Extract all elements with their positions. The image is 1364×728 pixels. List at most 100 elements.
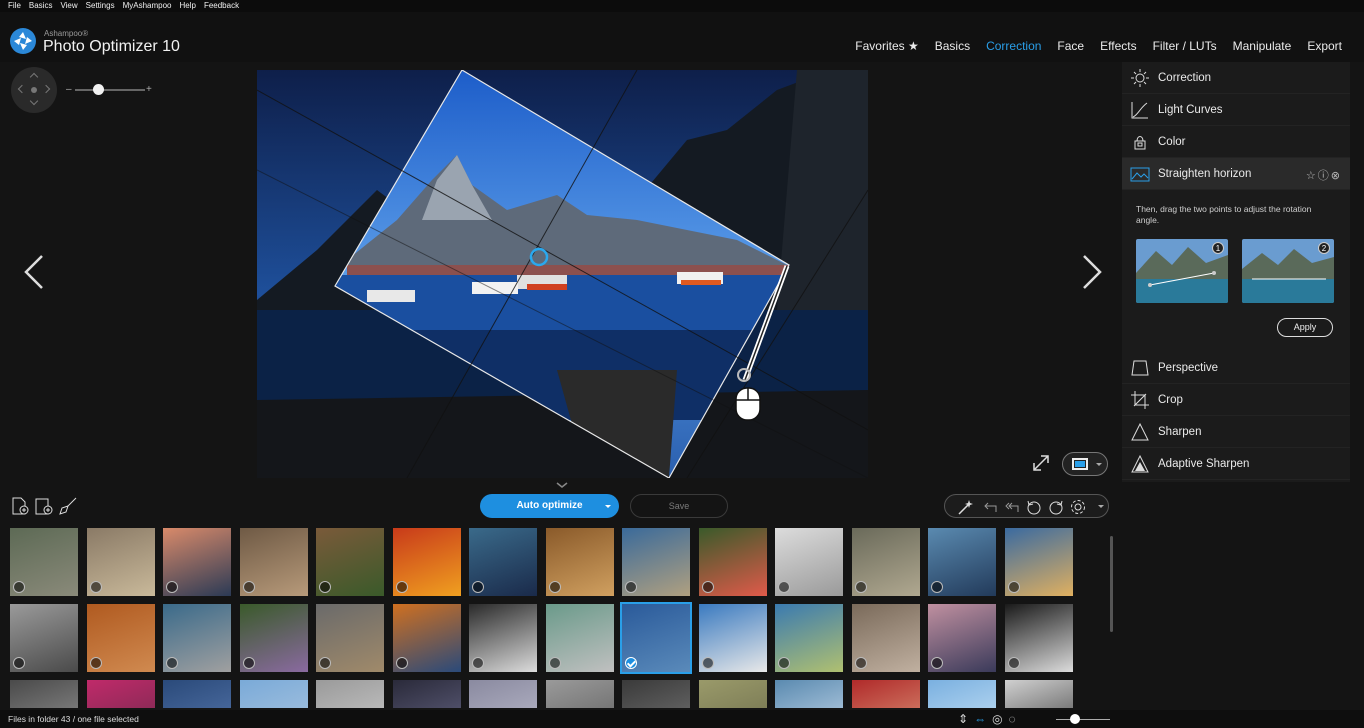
selection-checkbox[interactable]: [931, 657, 943, 669]
thumbnail-item[interactable]: [316, 528, 384, 596]
panel-item-sharpen[interactable]: Sharpen: [1122, 416, 1350, 448]
rotate-right-icon[interactable]: [1047, 498, 1065, 516]
add-file-icon[interactable]: [10, 496, 30, 516]
tab-filter-luts[interactable]: Filter / LUTs: [1153, 39, 1217, 53]
horizontal-layout-icon[interactable]: ⇔: [974, 712, 986, 726]
menu-item-file[interactable]: File: [8, 0, 21, 12]
selection-checkbox[interactable]: [625, 581, 637, 593]
panel-item-light-curves[interactable]: Light Curves: [1122, 94, 1350, 126]
dropdown-caret-icon[interactable]: [605, 505, 611, 511]
panel-item-crop[interactable]: Crop: [1122, 384, 1350, 416]
thumbnail-item[interactable]: [928, 528, 996, 596]
selection-checkbox[interactable]: [319, 657, 331, 669]
thumbnail-item[interactable]: [86, 680, 155, 708]
selection-checkbox[interactable]: [242, 581, 255, 593]
view-mode-toggle[interactable]: [1062, 452, 1108, 476]
thumbnail-item[interactable]: [698, 680, 767, 708]
selection-checkbox[interactable]: [13, 657, 25, 669]
select-all-icon[interactable]: ◎: [992, 712, 1002, 726]
thumbnail-item[interactable]: [469, 680, 537, 708]
menu-item-basics[interactable]: Basics: [29, 0, 53, 12]
thumbnail-item[interactable]: [469, 604, 537, 672]
selection-checkbox[interactable]: [701, 657, 714, 669]
auto-optimize-button[interactable]: Auto optimize: [480, 494, 619, 518]
selection-checkbox[interactable]: [166, 581, 178, 593]
selection-checkbox[interactable]: [472, 581, 484, 593]
selection-checkbox[interactable]: [548, 657, 561, 669]
selection-checkbox[interactable]: [1007, 657, 1020, 669]
selection-checkbox[interactable]: [319, 581, 331, 593]
thumbnail-item[interactable]: [10, 604, 78, 672]
thumbnail-item[interactable]: [545, 604, 614, 672]
thumbnail-item[interactable]: [10, 528, 78, 596]
selection-checkbox[interactable]: [13, 581, 25, 593]
panel-item-perspective[interactable]: Perspective: [1122, 352, 1350, 384]
panel-item-adaptive-sharpen[interactable]: Adaptive Sharpen: [1122, 448, 1350, 480]
tab-basics[interactable]: Basics: [935, 39, 970, 53]
thumbnail-item[interactable]: [775, 680, 843, 708]
thumbnail-item[interactable]: [851, 680, 920, 708]
previous-image-arrow-icon[interactable]: [22, 254, 46, 290]
undo-icon[interactable]: [981, 498, 999, 516]
vertical-layout-icon[interactable]: ⇕: [958, 712, 968, 726]
selection-checkbox[interactable]: [854, 657, 867, 669]
thumbnail-item[interactable]: [622, 680, 690, 708]
zoom-slider-knob[interactable]: [93, 84, 104, 95]
thumbnail-item[interactable]: [928, 680, 996, 708]
image-viewer[interactable]: [257, 70, 868, 478]
thumbnail-item[interactable]: [239, 528, 308, 596]
selection-checkbox[interactable]: [395, 657, 408, 669]
tools-dropdown-caret-icon[interactable]: [1098, 505, 1104, 511]
thumbnail-item[interactable]: [316, 680, 384, 708]
thumbnail-item[interactable]: [928, 604, 996, 672]
grid-scrollbar[interactable]: [1110, 536, 1113, 632]
selection-checkbox[interactable]: [89, 657, 102, 669]
thumbnail-item[interactable]: [545, 528, 614, 596]
panel-item-straighten-horizon[interactable]: Straighten horizon ☆ⓘ⊗: [1122, 158, 1350, 190]
thumbnail-item[interactable]: [545, 680, 614, 708]
menu-item-settings[interactable]: Settings: [86, 0, 115, 12]
thumbnail-item[interactable]: [620, 602, 692, 674]
selection-checkbox[interactable]: [854, 581, 867, 593]
thumbnail-item[interactable]: [469, 528, 537, 596]
menu-item-feedback[interactable]: Feedback: [204, 0, 239, 12]
thumbnail-item[interactable]: [392, 604, 461, 672]
next-image-arrow-icon[interactable]: [1080, 254, 1104, 290]
thumbnail-item[interactable]: [1004, 528, 1073, 596]
thumbnail-item[interactable]: [86, 528, 155, 596]
thumbnail-size-knob[interactable]: [1070, 714, 1080, 724]
thumbnail-item[interactable]: [392, 680, 461, 708]
fullscreen-expand-icon[interactable]: [1032, 454, 1050, 472]
pan-navigator[interactable]: [11, 67, 57, 113]
thumbnail-item[interactable]: [775, 528, 843, 596]
thumbnail-item[interactable]: [163, 528, 231, 596]
thumbnail-item[interactable]: [392, 528, 461, 596]
selection-checkbox[interactable]: [548, 581, 561, 593]
tab-manipulate[interactable]: Manipulate: [1233, 39, 1292, 53]
panel-item-correction[interactable]: Correction: [1122, 62, 1350, 94]
selection-checkbox[interactable]: [1007, 581, 1020, 593]
thumbnail-item[interactable]: [10, 680, 78, 708]
selection-checkbox[interactable]: [625, 657, 637, 669]
zoom-slider-track[interactable]: [75, 89, 145, 91]
thumbnail-item[interactable]: [775, 604, 843, 672]
tab-correction[interactable]: Correction: [986, 39, 1041, 53]
thumbnail-item[interactable]: [1004, 680, 1073, 708]
collapse-chevron-icon[interactable]: [555, 481, 569, 489]
thumbnail-item[interactable]: [698, 604, 767, 672]
thumbnail-item[interactable]: [622, 528, 690, 596]
selection-checkbox[interactable]: [395, 581, 408, 593]
favorite-info-close-icons[interactable]: ☆ⓘ⊗: [1306, 167, 1342, 183]
undo-all-icon[interactable]: [1003, 498, 1021, 516]
thumbnail-size-slider[interactable]: [1056, 719, 1110, 720]
thumbnail-item[interactable]: [698, 528, 767, 596]
selection-checkbox[interactable]: [778, 657, 790, 669]
clean-brush-icon[interactable]: [58, 496, 78, 516]
magic-wand-icon[interactable]: [957, 498, 975, 516]
selection-checkbox[interactable]: [472, 657, 484, 669]
save-button[interactable]: Save: [630, 494, 728, 518]
tab-effects[interactable]: Effects: [1100, 39, 1136, 53]
selection-checkbox[interactable]: [931, 581, 943, 593]
menu-item-view[interactable]: View: [60, 0, 77, 12]
apply-button[interactable]: Apply: [1277, 318, 1333, 337]
